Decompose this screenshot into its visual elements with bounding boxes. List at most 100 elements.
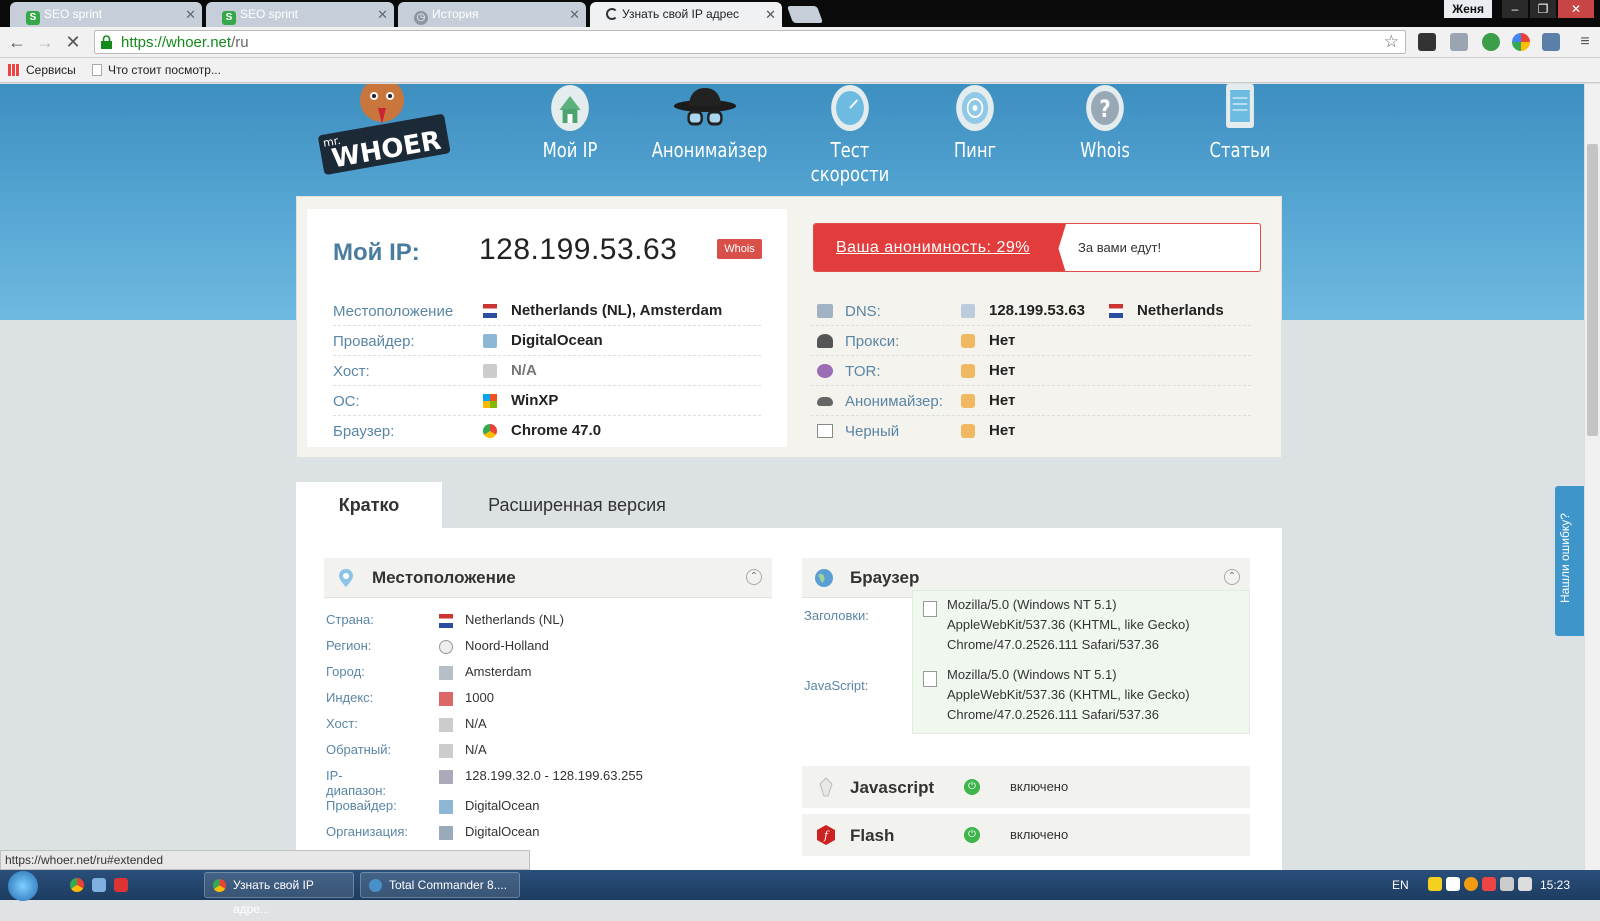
ping-icon bbox=[956, 85, 994, 131]
chevron-up-icon[interactable]: ⌃ bbox=[1224, 569, 1240, 585]
anonymizer-icon bbox=[817, 397, 833, 406]
dns-icon bbox=[817, 304, 833, 318]
document-icon bbox=[923, 601, 937, 617]
ip-summary-card: Мой IP: 128.199.53.63 Whois Местоположен… bbox=[296, 196, 1282, 458]
network-icon bbox=[961, 304, 975, 318]
close-icon[interactable]: ✕ bbox=[569, 2, 580, 27]
extension-icon[interactable] bbox=[1512, 33, 1530, 51]
check-row-blacklist: Черный Нет bbox=[811, 417, 1251, 446]
extension-icon[interactable] bbox=[1418, 33, 1436, 51]
report-error-label[interactable]: Нашли ошибку? bbox=[1558, 498, 1580, 618]
browser-tab[interactable]: S SEO sprint ✕ bbox=[206, 2, 394, 27]
address-bar[interactable]: https://whoer.net/ru ☆ bbox=[94, 30, 1406, 54]
tab-extended[interactable]: Расширенная версия bbox=[446, 482, 708, 530]
language-indicator[interactable]: EN bbox=[1392, 878, 1409, 892]
back-button[interactable]: ← bbox=[6, 31, 28, 53]
forward-button[interactable]: → bbox=[34, 31, 56, 53]
tray-icon[interactable] bbox=[1428, 877, 1442, 891]
bookmark-item[interactable]: Что стоит посмотр... bbox=[92, 63, 221, 77]
headers-user-agent: Mozilla/5.0 (Windows NT 5.1) AppleWebKit… bbox=[947, 597, 1190, 652]
map-pin-icon bbox=[339, 569, 353, 587]
nav-whois[interactable]: ? Whois bbox=[1068, 84, 1142, 162]
ip-row-browser: Браузер: Chrome 47.0 bbox=[333, 422, 602, 440]
volume-icon[interactable] bbox=[1518, 877, 1532, 891]
nav-speed-test[interactable]: Тест скорости bbox=[793, 84, 908, 186]
bookmark-apps[interactable]: Сервисы bbox=[8, 63, 76, 77]
taskbar-item-chrome[interactable]: Узнать свой IP адре... bbox=[204, 872, 354, 916]
check-row-anonymizer: Анонимайзер: Нет bbox=[811, 387, 1251, 416]
close-icon[interactable]: ✕ bbox=[185, 2, 196, 27]
browser-tab-active[interactable]: Узнать свой IP адрес ✕ bbox=[590, 2, 782, 27]
extension-icon[interactable] bbox=[1542, 33, 1560, 51]
tab-short[interactable]: Кратко bbox=[296, 482, 442, 530]
host-icon bbox=[483, 364, 497, 378]
tray-icon[interactable] bbox=[1482, 877, 1496, 891]
tor-icon bbox=[817, 364, 833, 378]
globe-icon bbox=[815, 569, 833, 587]
whois-button[interactable]: Whois bbox=[717, 239, 762, 259]
minimize-button[interactable]: – bbox=[1502, 0, 1528, 18]
range-icon bbox=[439, 770, 453, 784]
host-icon bbox=[439, 744, 453, 758]
ip-row-host: Хост: N/A bbox=[333, 357, 761, 386]
user-agent-box: Mozilla/5.0 (Windows NT 5.1) AppleWebKit… bbox=[912, 590, 1250, 734]
new-tab-button[interactable] bbox=[786, 6, 824, 23]
close-icon[interactable]: ✕ bbox=[377, 2, 388, 27]
thumbs-up-icon bbox=[961, 424, 975, 438]
profile-button[interactable]: Женя bbox=[1444, 0, 1492, 18]
browser-tab[interactable]: ◷ История ✕ bbox=[398, 2, 586, 27]
url-text: https://whoer.net/ru bbox=[121, 34, 249, 51]
scrollbar[interactable] bbox=[1584, 84, 1600, 870]
extension-icon[interactable] bbox=[1450, 33, 1468, 51]
web-page: mr. WHOER Мой IP Анонимайзер Тест скорос… bbox=[0, 84, 1584, 870]
organization-icon bbox=[439, 826, 453, 840]
loading-icon bbox=[606, 8, 618, 20]
power-on-icon: ⏻ bbox=[964, 827, 980, 843]
thumbs-up-icon bbox=[961, 334, 975, 348]
close-window-button[interactable]: ✕ bbox=[1558, 0, 1594, 18]
nav-ping[interactable]: Пинг bbox=[938, 84, 1012, 162]
scrollbar-thumb[interactable] bbox=[1587, 144, 1598, 436]
proxy-icon bbox=[817, 334, 833, 348]
stop-button[interactable]: ✕ bbox=[62, 31, 84, 53]
chrome-taskbar-icon[interactable] bbox=[70, 878, 84, 892]
tray-icon[interactable] bbox=[1446, 877, 1460, 891]
seo-sprint-icon: S bbox=[222, 11, 236, 25]
chevron-up-icon[interactable]: ⌃ bbox=[746, 569, 762, 585]
thumbs-up-icon bbox=[961, 364, 975, 378]
browser-tab[interactable]: S SEO sprint ✕ bbox=[10, 2, 202, 27]
seo-sprint-icon: S bbox=[26, 11, 40, 25]
nav-my-ip[interactable]: Мой IP bbox=[537, 84, 603, 162]
network-icon[interactable] bbox=[1500, 877, 1514, 891]
menu-icon[interactable]: ≡ bbox=[1574, 31, 1596, 53]
check-row-tor: TOR: Нет bbox=[811, 357, 1251, 386]
home-icon bbox=[551, 85, 589, 131]
check-row-dns: DNS: 128.199.53.63 Netherlands bbox=[811, 297, 1251, 326]
anonymity-banner[interactable]: Ваша анонимность: 29% За вами едут! bbox=[813, 223, 1261, 272]
nav-articles[interactable]: Статьи bbox=[1203, 84, 1277, 162]
whoer-logo[interactable]: mr. WHOER bbox=[316, 84, 456, 178]
status-bar-url: https://whoer.net/ru#extended bbox=[0, 850, 530, 870]
toolbar: ← → ✕ https://whoer.net/ru ☆ ≡ bbox=[0, 27, 1600, 58]
apps-icon bbox=[8, 64, 20, 76]
anonymity-text[interactable]: Ваша анонимность: 29% bbox=[836, 239, 1030, 257]
script-icon bbox=[923, 671, 937, 687]
tray-icon[interactable] bbox=[1464, 877, 1478, 891]
app-icon[interactable] bbox=[114, 878, 128, 892]
location-header[interactable]: Местоположение ⌃ bbox=[324, 558, 772, 598]
globe-icon[interactable] bbox=[1482, 33, 1500, 51]
restore-button[interactable]: ❐ bbox=[1530, 0, 1556, 18]
bookmark-star-icon[interactable]: ☆ bbox=[1384, 32, 1399, 52]
ip-row-location: Местоположение Netherlands (NL), Amsterd… bbox=[333, 297, 761, 326]
clock[interactable]: 15:23 bbox=[1540, 878, 1570, 892]
taskbar-item-total-commander[interactable]: Total Commander 8.... bbox=[360, 872, 520, 898]
javascript-status-row: Javascript ⏻ включено bbox=[802, 766, 1250, 808]
nav-anonymizer[interactable]: Анонимайзер bbox=[652, 84, 767, 162]
details-panel: Местоположение ⌃ Страна: Netherlands (NL)… bbox=[296, 528, 1282, 870]
desktop-icon[interactable] bbox=[92, 878, 106, 892]
check-row-proxy: Прокси: Нет bbox=[811, 327, 1251, 356]
browser-tab-bar: S SEO sprint ✕ S SEO sprint ✕ ◷ История ✕ Узна… bbox=[0, 0, 1600, 27]
close-icon[interactable]: ✕ bbox=[765, 2, 776, 27]
start-button[interactable] bbox=[8, 871, 38, 901]
document-icon bbox=[1226, 84, 1254, 128]
